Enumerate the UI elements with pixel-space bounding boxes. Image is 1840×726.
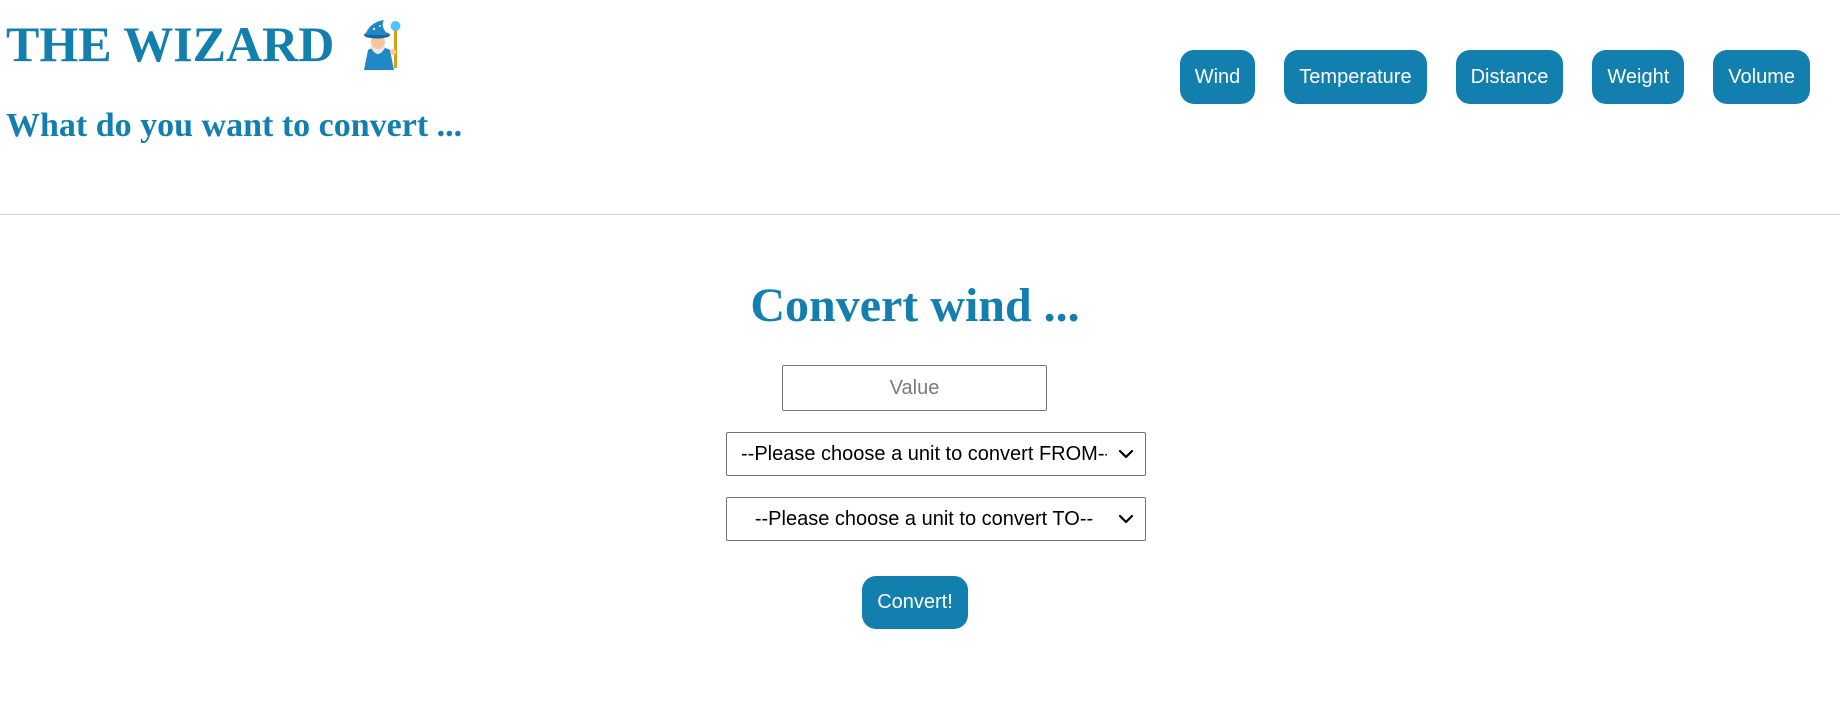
title-row: THE WIZARD [6,14,402,74]
converter-form: Convert wind ... --Please choose a unit … [0,215,1840,726]
from-unit-selected: --Please choose a unit to convert FROM-- [741,442,1107,465]
app-title: THE WIZARD [6,16,335,72]
nav-weight-button[interactable]: Weight [1592,50,1685,104]
nav-volume-button[interactable]: Volume [1713,50,1810,104]
converter-nav: Wind Temperature Distance Weight Volume [1179,50,1810,104]
to-unit-selected: --Please choose a unit to convert TO-- [754,507,1094,530]
convert-button[interactable]: Convert! [862,576,968,629]
nav-distance-button[interactable]: Distance [1455,50,1564,104]
nav-wind-button[interactable]: Wind [1179,50,1256,104]
value-input[interactable] [782,365,1047,411]
nav-temperature-button[interactable]: Temperature [1284,50,1427,104]
page-header: THE WIZARD What do you want to convert .… [0,0,1840,215]
to-unit-select[interactable]: --Please choose a unit to convert TO-- [726,497,1146,541]
wizard-emoji-icon [356,18,402,70]
converter-heading: Convert wind ... [750,279,1080,332]
from-unit-select[interactable]: --Please choose a unit to convert FROM-- [726,432,1146,476]
page-subtitle: What do you want to convert ... [6,107,463,144]
chevron-down-icon [1118,449,1134,459]
chevron-down-icon [1118,514,1134,524]
